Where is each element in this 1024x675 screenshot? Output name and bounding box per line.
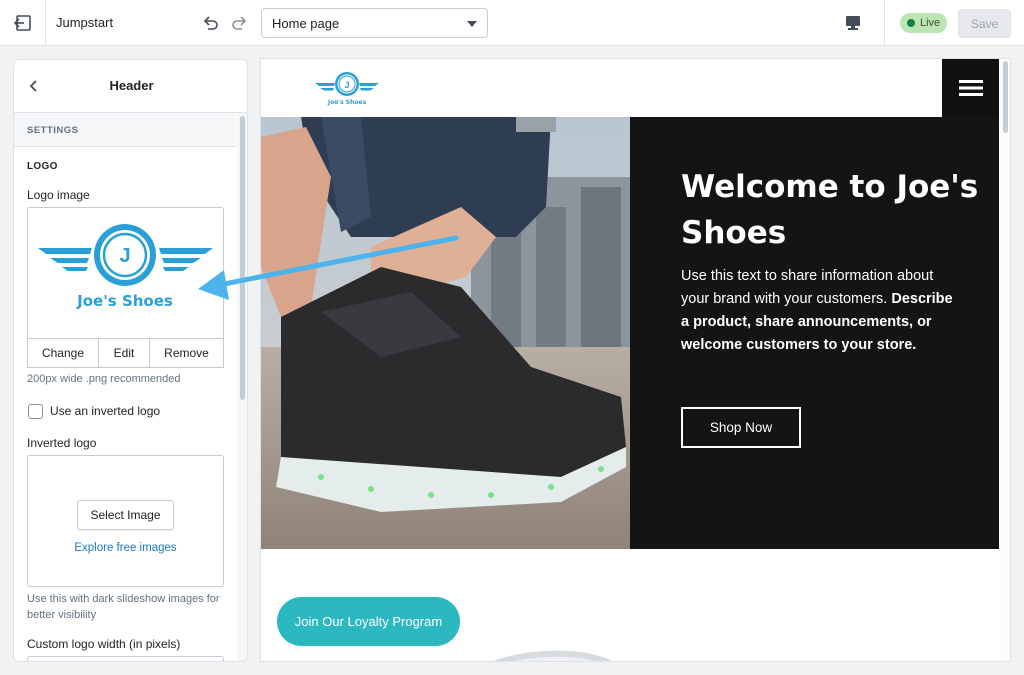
sneaker-photo bbox=[261, 117, 630, 549]
inverted-logo-picker: Select Image Explore free images bbox=[27, 455, 224, 587]
desktop-view-button[interactable] bbox=[840, 12, 866, 34]
loyalty-program-button[interactable]: Join Our Loyalty Program bbox=[277, 597, 460, 646]
page-selector-value: Home page bbox=[272, 16, 340, 31]
hamburger-menu-icon bbox=[958, 80, 983, 96]
hamburger-menu-button[interactable] bbox=[942, 59, 999, 117]
hero-description: Use this text to share information about… bbox=[681, 265, 961, 357]
logo-heading: LOGO bbox=[27, 161, 58, 172]
settings-section-bar: SETTINGS bbox=[14, 113, 236, 147]
inverted-logo-checkbox-label[interactable]: Use an inverted logo bbox=[50, 404, 160, 418]
sidebar-header: Header bbox=[14, 60, 247, 113]
hero-title: Welcome to Joe's Shoes bbox=[681, 169, 979, 251]
logo-preview-text: Joe's Shoes bbox=[76, 292, 173, 310]
storefront-preview: J Joe's Shoes Welcome to Joe's Shoes Use… bbox=[260, 58, 1011, 662]
undo-button[interactable] bbox=[199, 12, 221, 34]
logo-width-input[interactable] bbox=[27, 656, 224, 661]
live-status-badge: Live bbox=[900, 13, 948, 33]
winged-logo-icon: J Joe's Shoes bbox=[38, 224, 213, 310]
desktop-icon bbox=[846, 16, 860, 30]
status-dot-icon bbox=[907, 19, 915, 27]
live-status-label: Live bbox=[920, 17, 941, 29]
hero-slideshow-image bbox=[261, 117, 630, 549]
logo-action-buttons: Change Edit Remove bbox=[27, 338, 224, 368]
explore-free-images-link[interactable]: Explore free images bbox=[28, 542, 223, 554]
exit-editor-button[interactable] bbox=[0, 0, 46, 46]
settings-section-label: SETTINGS bbox=[27, 125, 79, 136]
store-logo-icon[interactable]: J Joe's Shoes bbox=[313, 69, 381, 109]
save-button[interactable]: Save bbox=[958, 9, 1011, 38]
shop-now-button[interactable]: Shop Now bbox=[681, 407, 801, 448]
logo-letter: J bbox=[119, 245, 130, 267]
hero-text-panel: Welcome to Joe's Shoes Use this text to … bbox=[630, 117, 999, 549]
logo-width-label: Custom logo width (in pixels) bbox=[27, 637, 181, 651]
sidebar-scroll-thumb[interactable] bbox=[240, 116, 245, 400]
redo-icon bbox=[232, 16, 247, 30]
store-logo-text: Joe's Shoes bbox=[327, 99, 367, 106]
settings-sidebar: Header SETTINGS LOGO Logo image J Joe's … bbox=[13, 59, 248, 662]
exit-icon bbox=[13, 15, 31, 31]
logo-image-preview: J Joe's Shoes bbox=[27, 207, 224, 339]
editor-topbar: Jumpstart Home page Live Save bbox=[0, 0, 1024, 46]
inverted-logo-checkbox[interactable] bbox=[28, 404, 43, 419]
logo-image-label: Logo image bbox=[27, 188, 90, 202]
store-logo-letter: J bbox=[344, 80, 349, 90]
remove-logo-button[interactable]: Remove bbox=[150, 339, 223, 367]
select-image-button[interactable]: Select Image bbox=[77, 500, 174, 530]
redo-button[interactable] bbox=[229, 12, 251, 34]
page-selector[interactable]: Home page bbox=[261, 8, 488, 38]
inverted-logo-hint: Use this with dark slideshow images for … bbox=[27, 593, 220, 621]
sidebar-title: Header bbox=[109, 78, 154, 93]
preview-scroll-thumb[interactable] bbox=[1003, 61, 1008, 133]
inverted-logo-label: Inverted logo bbox=[27, 436, 97, 450]
topbar-divider bbox=[884, 0, 885, 46]
logo-hint: 200px wide .png recommended bbox=[27, 373, 181, 385]
change-logo-button[interactable]: Change bbox=[28, 339, 99, 367]
theme-name: Jumpstart bbox=[56, 15, 114, 30]
caret-down-icon bbox=[467, 21, 477, 27]
edit-logo-button[interactable]: Edit bbox=[99, 339, 150, 367]
product-image-peek bbox=[493, 650, 613, 661]
undo-icon bbox=[203, 16, 218, 30]
preview-scrollbar[interactable] bbox=[1000, 59, 1010, 661]
